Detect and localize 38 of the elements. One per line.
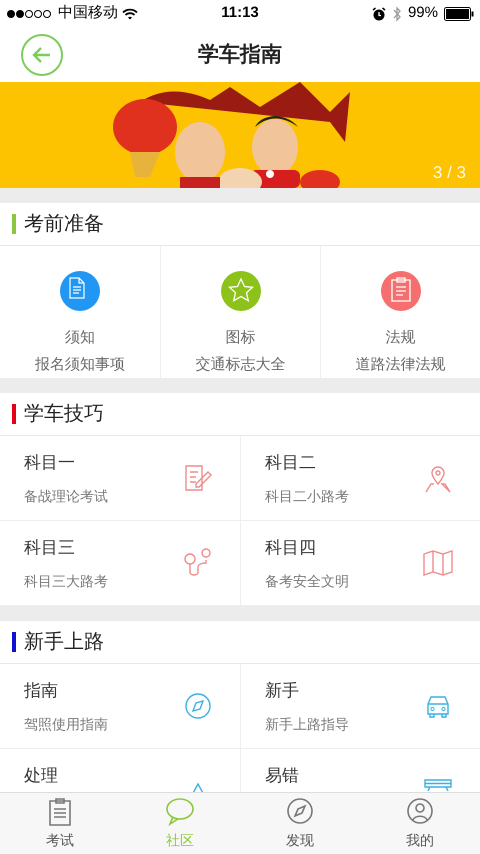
item-subtitle: 道路法律法规 — [356, 354, 446, 374]
section-title: 新手上路 — [24, 630, 104, 655]
item-title: 法规 — [386, 328, 416, 348]
item-title: 科目一 — [24, 452, 76, 474]
list-item[interactable]: 新手 新手上路指导 — [240, 664, 480, 749]
item-subtitle: 科目三大路考 — [24, 572, 109, 590]
item-title: 科目四 — [265, 537, 317, 559]
page-indicator: 3 / 3 — [432, 162, 466, 184]
item-title: 处理 — [24, 765, 59, 787]
item-title: 易错 — [265, 765, 300, 787]
page-title: 学车指南 — [198, 42, 282, 68]
item-subtitle: 备考安全文明 — [265, 572, 350, 590]
battery-percent: 99% — [408, 3, 438, 24]
item-title: 新手 — [265, 680, 300, 702]
grid-item[interactable]: 法规 道路法律法规 — [320, 246, 480, 378]
item-subtitle: 新手上路指导 — [265, 714, 350, 734]
list-item[interactable]: 指南 驾照使用指南 — [0, 664, 240, 749]
item-subtitle: 备战理论考试 — [24, 486, 109, 506]
tab[interactable]: 考试 — [0, 793, 120, 854]
item-subtitle: 驾照使用指南 — [24, 714, 109, 734]
item-title: 科目二 — [265, 452, 317, 474]
section-title: 学车技巧 — [24, 402, 104, 427]
item-title: 图标 — [226, 328, 256, 348]
tab[interactable]: 我的 — [360, 793, 480, 854]
list-item[interactable]: 科目一 备战理论考试 — [0, 436, 240, 521]
section-title: 考前准备 — [24, 212, 104, 237]
item-title: 科目三 — [24, 537, 76, 559]
item-title: 须知 — [65, 328, 95, 348]
tab[interactable]: 发现 — [240, 793, 360, 854]
item-title: 指南 — [24, 680, 59, 702]
item-subtitle: 报名须知事项 — [35, 354, 125, 374]
grid-item[interactable]: 须知 报名须知事项 — [0, 246, 160, 378]
list-item[interactable]: 科目二 科目二小路考 — [240, 436, 480, 521]
item-subtitle: 科目二小路考 — [265, 486, 350, 506]
carrier-name: 中国移动 — [58, 3, 118, 24]
grid-item[interactable]: 图标 交通标志大全 — [160, 246, 320, 378]
status-time: 11:13 — [220, 3, 260, 24]
item-subtitle: 交通标志大全 — [196, 354, 286, 374]
